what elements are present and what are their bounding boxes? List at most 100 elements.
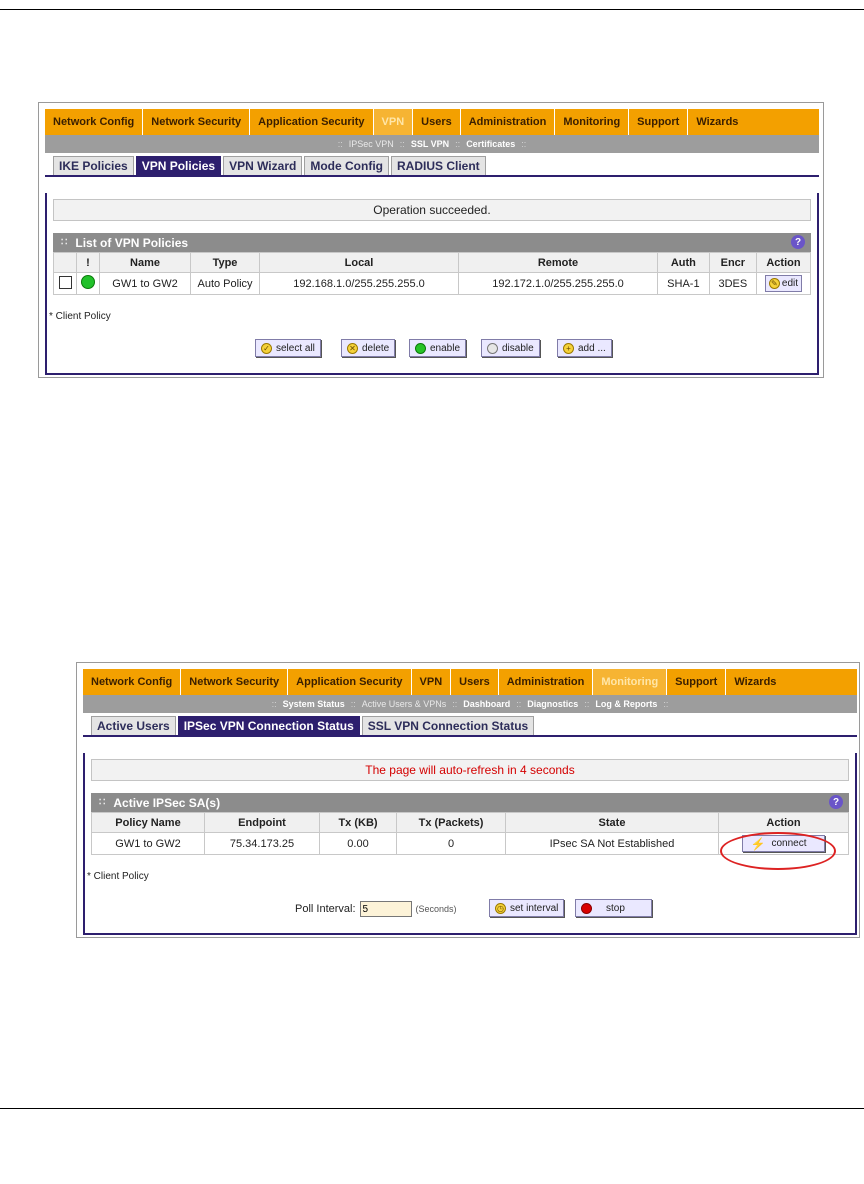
poll-interval-row: Poll Interval: (Seconds) <box>295 901 457 917</box>
help-icon[interactable]: ? <box>829 795 843 809</box>
col-local: Local <box>259 252 459 273</box>
nav-support[interactable]: Support <box>667 669 727 695</box>
page-bottom-rule <box>0 1108 864 1109</box>
drag-grip-icon: ∷ <box>61 237 68 248</box>
disable-button[interactable]: disable <box>481 339 540 357</box>
section-header: ∷ Active IPSec SA(s) ? <box>91 793 849 812</box>
nav-administration[interactable]: Administration <box>461 109 556 135</box>
policy-auth: SHA-1 <box>657 272 710 295</box>
sa-policy-name: GW1 to GW2 <box>91 832 205 855</box>
sa-tx-packets: 0 <box>396 832 506 855</box>
policy-encr: 3DES <box>708 272 757 295</box>
nav-wizards[interactable]: Wizards <box>688 109 746 135</box>
nav-application-security[interactable]: Application Security <box>250 109 374 135</box>
col-name: Name <box>99 252 191 273</box>
status-enabled-icon <box>81 275 95 289</box>
content-panel: Operation succeeded. ∷ List of VPN Polic… <box>45 193 819 375</box>
poll-interval-input[interactable] <box>359 901 412 917</box>
subnav-ssl-vpn[interactable]: SSL VPN <box>411 139 449 149</box>
policy-local: 192.168.1.0/255.255.255.0 <box>259 272 459 295</box>
tab-vpn-policies[interactable]: VPN Policies <box>135 156 222 175</box>
col-select <box>53 252 77 273</box>
table-header-row: ! Name Type Local Remote Auth Encr Actio… <box>53 252 812 273</box>
nav-network-security[interactable]: Network Security <box>143 109 251 135</box>
tab-row: IKE Policies VPN Policies VPN Wizard Mod… <box>45 153 819 177</box>
nav-monitoring[interactable]: Monitoring <box>555 109 630 135</box>
tab-active-users[interactable]: Active Users <box>91 716 176 735</box>
col-tx-packets: Tx (Packets) <box>396 812 506 833</box>
client-policy-note: * Client Policy <box>87 871 149 882</box>
tab-mode-config[interactable]: Mode Config <box>304 156 389 175</box>
poll-unit: (Seconds) <box>415 904 457 914</box>
edit-label: edit <box>781 278 799 289</box>
poll-interval-label: Poll Interval: <box>295 903 356 915</box>
enable-button[interactable]: enable <box>409 339 467 357</box>
set-interval-button[interactable]: ◷ set interval <box>489 899 565 917</box>
clock-icon: ◷ <box>495 902 506 914</box>
tab-ssl-vpn-connection-status[interactable]: SSL VPN Connection Status <box>361 716 535 735</box>
add-button[interactable]: + add ... <box>557 339 612 357</box>
row-checkbox[interactable] <box>58 275 72 289</box>
section-title: List of VPN Policies <box>75 235 189 250</box>
enable-label: enable <box>430 342 461 354</box>
screenshot-ipsec-connection-status: Network Config Network Security Applicat… <box>76 662 860 938</box>
nav-network-config[interactable]: Network Config <box>83 669 182 695</box>
enable-icon <box>415 342 426 354</box>
col-action: Action <box>755 252 812 273</box>
nav-users[interactable]: Users <box>451 669 499 695</box>
subnav-ipsec-vpn[interactable]: IPSec VPN <box>349 139 394 149</box>
nav-monitoring[interactable]: Monitoring <box>593 669 668 695</box>
subnav-active-users-vpns[interactable]: Active Users & VPNs <box>362 699 447 709</box>
edit-icon: ✎ <box>768 278 780 289</box>
nav-network-config[interactable]: Network Config <box>45 109 144 135</box>
subnav-certificates[interactable]: Certificates <box>466 139 515 149</box>
subnav-dashboard[interactable]: Dashboard <box>463 699 510 709</box>
section-header: ∷ List of VPN Policies ? <box>53 233 811 252</box>
col-state: State <box>505 812 719 833</box>
stop-button[interactable]: stop <box>575 899 652 917</box>
sub-navigation: :: IPSec VPN :: SSL VPN :: Certificates … <box>45 135 819 153</box>
client-policy-note: * Client Policy <box>49 311 111 322</box>
nav-administration[interactable]: Administration <box>499 669 594 695</box>
tab-row: Active Users IPSec VPN Connection Status… <box>83 713 857 737</box>
vpn-policies-table: ! Name Type Local Remote Auth Encr Actio… <box>53 252 812 295</box>
page-top-rule <box>0 9 864 10</box>
nav-network-security[interactable]: Network Security <box>181 669 289 695</box>
edit-button[interactable]: ✎ edit <box>764 275 803 292</box>
tab-vpn-wizard[interactable]: VPN Wizard <box>223 156 303 175</box>
nav-vpn[interactable]: VPN <box>412 669 452 695</box>
table-header-row: Policy Name Endpoint Tx (KB) Tx (Packets… <box>91 812 849 833</box>
section-title: Active IPSec SA(s) <box>113 795 221 810</box>
row-checkbox-cell <box>53 272 77 295</box>
nav-support[interactable]: Support <box>629 109 689 135</box>
top-navigation: Network Config Network Security Applicat… <box>45 109 819 135</box>
col-endpoint: Endpoint <box>204 812 320 833</box>
auto-refresh-message: The page will auto-refresh in 4 seconds <box>91 759 849 781</box>
sa-tx-kb: 0.00 <box>319 832 397 855</box>
help-icon[interactable]: ? <box>791 235 805 249</box>
col-action: Action <box>718 812 849 833</box>
sa-state: IPsec SA Not Established <box>505 832 719 855</box>
nav-vpn[interactable]: VPN <box>373 109 414 135</box>
tab-radius-client[interactable]: RADIUS Client <box>390 156 486 175</box>
nav-users[interactable]: Users <box>413 109 461 135</box>
subnav-system-status[interactable]: System Status <box>283 699 345 709</box>
tab-ike-policies[interactable]: IKE Policies <box>53 156 134 175</box>
stop-icon <box>581 902 592 914</box>
col-policy-name: Policy Name <box>91 812 205 833</box>
col-auth: Auth <box>657 252 710 273</box>
subnav-diagnostics[interactable]: Diagnostics <box>527 699 578 709</box>
nav-application-security[interactable]: Application Security <box>288 669 412 695</box>
nav-wizards[interactable]: Wizards <box>726 669 784 695</box>
delete-label: delete <box>362 342 390 354</box>
col-type: Type <box>190 252 260 273</box>
select-all-button[interactable]: ✓ select all <box>255 339 321 357</box>
delete-icon: ✕ <box>347 342 358 354</box>
delete-button[interactable]: ✕ delete <box>341 339 396 357</box>
col-encr: Encr <box>708 252 757 273</box>
tab-ipsec-vpn-connection-status[interactable]: IPSec VPN Connection Status <box>177 716 360 735</box>
status-message: Operation succeeded. <box>53 199 811 221</box>
subnav-log-reports[interactable]: Log & Reports <box>595 699 657 709</box>
screenshot-vpn-policies: Network Config Network Security Applicat… <box>38 102 824 378</box>
table-row: GW1 to GW2 Auto Policy 192.168.1.0/255.2… <box>53 272 812 295</box>
